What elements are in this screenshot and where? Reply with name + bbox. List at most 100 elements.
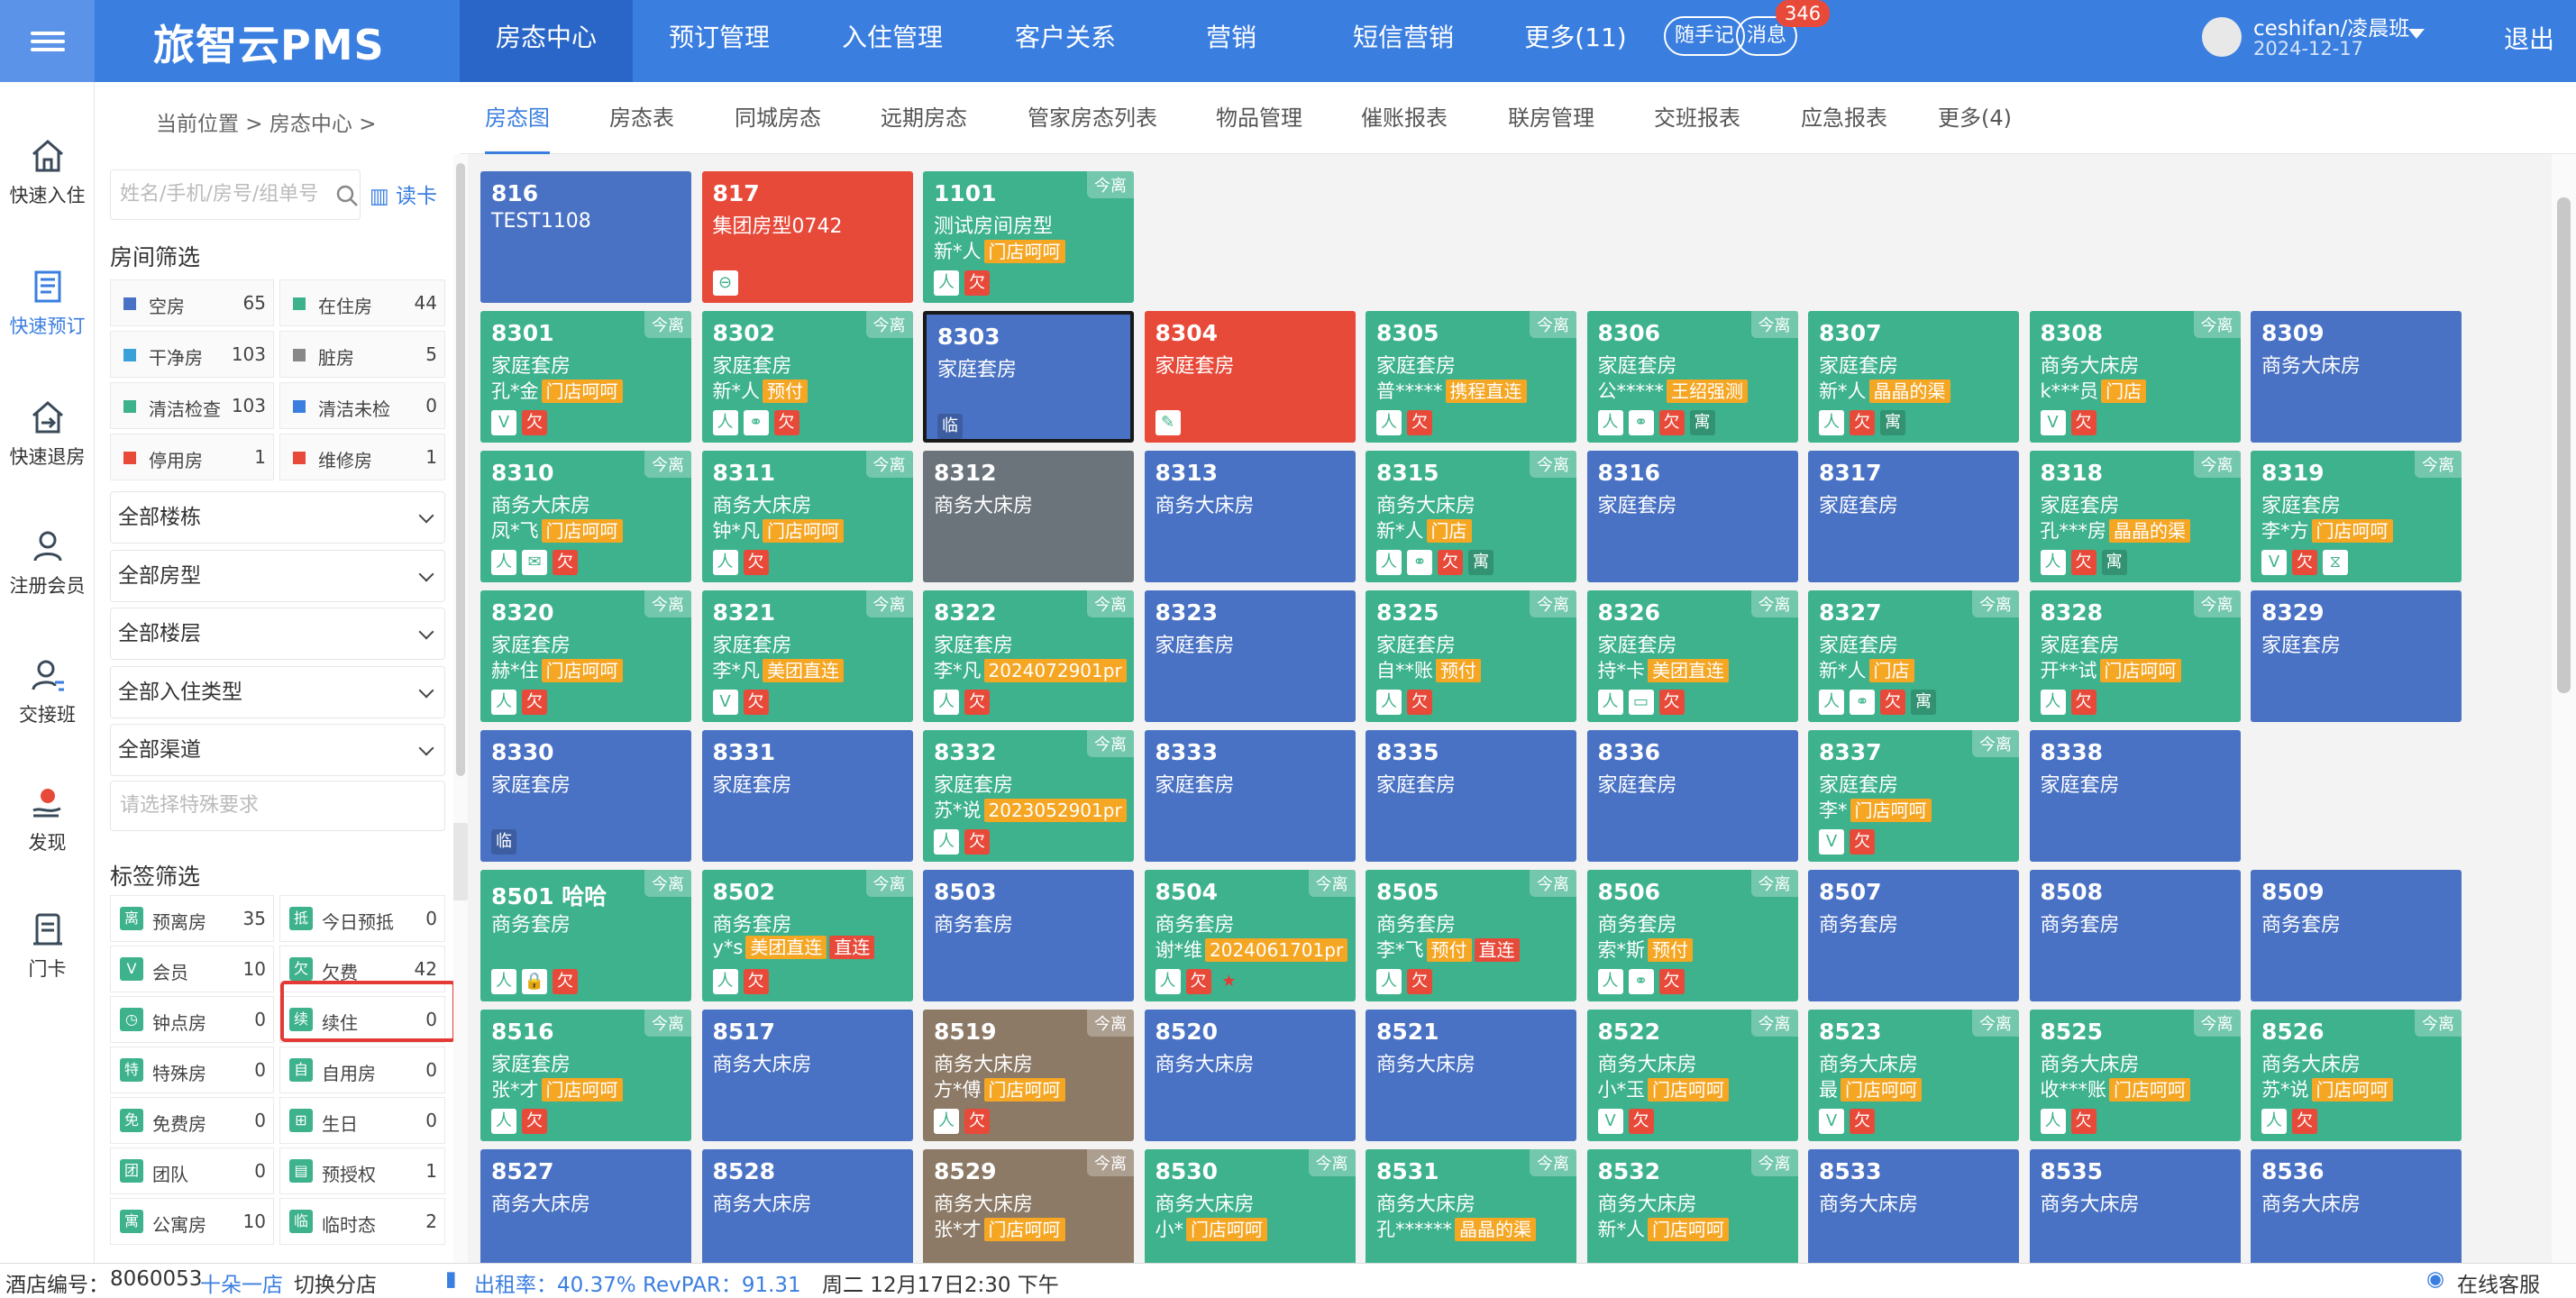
- nav-booking[interactable]: 预订管理: [633, 0, 806, 82]
- room-card[interactable]: 8529 商务大床房 今离 张*才 门店呵呵: [923, 1149, 1134, 1263]
- tab-emergency-report[interactable]: 应急报表: [1801, 82, 1887, 154]
- quick-checkout-button[interactable]: 快速退房: [0, 398, 95, 470]
- room-card[interactable]: 8327 家庭套房 今离 新*人 门店人 ⚭ 欠寓: [1808, 590, 2019, 722]
- channel-dropdown[interactable]: 全部渠道: [110, 724, 445, 776]
- tab-linked-rooms[interactable]: 联房管理: [1508, 82, 1594, 154]
- room-card[interactable]: 817 集团房型0742 ⊖: [701, 171, 913, 303]
- room-card[interactable]: 8519 商务大床房 今离 方*傅 门店呵呵人欠: [923, 1010, 1134, 1141]
- room-card[interactable]: 8322 家庭套房 今离 李*凡 2024072901pr 人欠: [923, 590, 1134, 722]
- room-card[interactable]: 8320 家庭套房 今离 赫*住 门店呵呵人欠: [480, 590, 691, 722]
- nav-checkin[interactable]: 入住管理: [806, 0, 979, 82]
- room-card[interactable]: 8507 商务套房: [1808, 870, 2019, 1001]
- checkin-type-dropdown[interactable]: 全部入住类型: [110, 666, 445, 718]
- room-card[interactable]: 816 TEST1108: [480, 171, 691, 303]
- nav-sms[interactable]: 短信营销: [1311, 0, 1496, 82]
- status-filter-4[interactable]: 清洁检查 103: [110, 382, 274, 429]
- room-card[interactable]: 8521 商务大床房: [1366, 1010, 1576, 1141]
- room-card[interactable]: 8535 商务大床房: [2029, 1149, 2241, 1263]
- special-request-select[interactable]: 请选择特殊要求: [110, 781, 445, 831]
- tag-filter-7[interactable]: 自自用房 0: [279, 1047, 445, 1093]
- tab-items[interactable]: 物品管理: [1216, 82, 1302, 154]
- room-card[interactable]: 8506 商务套房 今离 索*斯 预付人 ⚭ 欠: [1586, 870, 1798, 1001]
- room-card[interactable]: 8338 家庭套房: [2029, 730, 2241, 862]
- room-card[interactable]: 8520 商务大床房: [1144, 1010, 1356, 1141]
- tag-filter-4[interactable]: ◷ 钟点房 0: [110, 996, 274, 1043]
- room-card[interactable]: 8307 家庭套房 新*人 晶晶的渠人欠寓: [1808, 311, 2019, 443]
- room-card[interactable]: 8305 家庭套房 今离 普***** 携程直连人欠: [1366, 311, 1576, 443]
- nav-more[interactable]: 更多(11): [1496, 0, 1655, 82]
- search-input[interactable]: 姓名/手机/房号/组单号: [110, 169, 361, 220]
- tag-filter-12[interactable]: 寓公寓房 10: [110, 1198, 274, 1245]
- register-member-button[interactable]: 注册会员: [0, 526, 95, 599]
- status-filter-6[interactable]: 停用房 1: [110, 434, 274, 480]
- room-card[interactable]: 8330 家庭套房临: [480, 730, 691, 862]
- tab-more[interactable]: 更多(4): [1938, 82, 2012, 154]
- room-card[interactable]: 8323 家庭套房: [1144, 590, 1356, 722]
- tab-room-table[interactable]: 房态表: [609, 82, 674, 154]
- room-card[interactable]: 8528 商务大床房: [701, 1149, 913, 1263]
- menu-toggle-icon[interactable]: [0, 0, 95, 82]
- status-filter-1[interactable]: 在住房 44: [279, 279, 445, 326]
- scrollbar[interactable]: [2552, 154, 2576, 1263]
- room-card[interactable]: 8326 家庭套房 今离 持*卡 美团直连人 ▭ 欠: [1586, 590, 1798, 722]
- user-name[interactable]: ceshifan/凌晨班: [2253, 11, 2409, 41]
- building-dropdown[interactable]: 全部楼栋: [110, 491, 445, 544]
- room-card[interactable]: 8319 家庭套房 今离 李*方 门店呵呵 V 欠 ⧖: [2251, 451, 2462, 582]
- room-card[interactable]: 1101 测试房间房型 今离 新*人 门店呵呵人欠: [923, 171, 1134, 303]
- room-card[interactable]: 8502 商务套房 今离 y*s 美团直连 直连人欠: [701, 870, 913, 1001]
- room-card[interactable]: 8532 商务大床房 今离 新*人 门店呵呵: [1586, 1149, 1798, 1263]
- room-card[interactable]: 8313 商务大床房: [1144, 451, 1356, 582]
- quick-booking-button[interactable]: 快速预订: [0, 267, 95, 339]
- room-card[interactable]: 8309 商务大床房: [2251, 311, 2462, 443]
- tag-filter-6[interactable]: 特特殊房 0: [110, 1047, 274, 1093]
- room-card[interactable]: 8308 商务大床房 今离 k***员 门店 V 欠: [2029, 311, 2241, 443]
- room-card[interactable]: 8523 商务大床房 今离最门店呵呵 V 欠: [1808, 1010, 2019, 1141]
- nav-room-center[interactable]: 房态中心: [460, 0, 633, 82]
- room-card[interactable]: 8318 家庭套房 今离 孔***房 晶晶的渠人欠寓: [2029, 451, 2241, 582]
- tab-housekeeping-list[interactable]: 管家房态列表: [1028, 82, 1157, 154]
- room-card[interactable]: 8504 商务套房 今离 谢*维 2024061701pr 人欠 ★: [1144, 870, 1356, 1001]
- tab-shift-report[interactable]: 交班报表: [1654, 82, 1740, 154]
- panel-splitter[interactable]: [453, 154, 471, 1263]
- room-card[interactable]: 8533 商务大床房: [1808, 1149, 2019, 1263]
- room-card[interactable]: 8306 家庭套房 今离 公***** 王绍强测人 ⚭ 欠寓: [1586, 311, 1798, 443]
- tag-filter-8[interactable]: 免免费房 0: [110, 1097, 274, 1144]
- room-card[interactable]: 8516 家庭套房 今离 张*才 门店呵呵人欠: [480, 1010, 691, 1141]
- room-card[interactable]: 8522 商务大床房 今离 小*玉 门店呵呵 V 欠: [1586, 1010, 1798, 1141]
- nav-marketing[interactable]: 营销: [1152, 0, 1311, 82]
- status-filter-0[interactable]: 空房 65: [110, 279, 274, 326]
- read-card-button[interactable]: ▥ 读卡: [370, 178, 437, 209]
- tag-filter-0[interactable]: 离预离房 35: [110, 895, 274, 942]
- room-card[interactable]: 8302 家庭套房 今离 新*人 预付人 ⚭ 欠: [701, 311, 913, 443]
- room-card[interactable]: 8337 家庭套房 今离 李* 门店呵呵 V 欠: [1808, 730, 2019, 862]
- room-card[interactable]: 8312 商务大床房: [923, 451, 1134, 582]
- room-card[interactable]: 8311 商务大床房 今离 钟*凡 门店呵呵人欠: [701, 451, 913, 582]
- status-filter-5[interactable]: 清洁未检 0: [279, 382, 445, 429]
- room-card[interactable]: 8509 商务套房: [2251, 870, 2462, 1001]
- room-card[interactable]: 8517 商务大床房: [701, 1010, 913, 1141]
- room-card[interactable]: 8501 哈哈 商务套房 今离人 🔒 欠: [480, 870, 691, 1001]
- discover-button[interactable]: 发现: [0, 783, 95, 855]
- tag-filter-11[interactable]: ▤ 预授权 1: [279, 1147, 445, 1194]
- tag-filter-1[interactable]: 抵今日预抵 0: [279, 895, 445, 942]
- room-card[interactable]: 8329 家庭套房: [2251, 590, 2462, 722]
- room-card[interactable]: 8304 家庭套房 ✎: [1144, 311, 1356, 443]
- tag-filter-10[interactable]: 团团队 0: [110, 1147, 274, 1194]
- room-card[interactable]: 8527 商务大床房: [480, 1149, 691, 1263]
- support-icon[interactable]: ◉: [2426, 1267, 2444, 1291]
- room-card[interactable]: 8508 商务套房: [2029, 870, 2241, 1001]
- room-card[interactable]: 8336 家庭套房: [1586, 730, 1798, 862]
- tab-room-map[interactable]: 房态图: [485, 82, 550, 154]
- room-card[interactable]: 8303 家庭套房临: [923, 311, 1134, 443]
- avatar[interactable]: [2202, 17, 2242, 57]
- nav-customer[interactable]: 客户关系: [979, 0, 1152, 82]
- logout-button[interactable]: 退出: [2504, 20, 2554, 56]
- room-card[interactable]: 8331 家庭套房: [701, 730, 913, 862]
- room-card[interactable]: 8321 家庭套房 今离 李*凡 美团直连 V 欠: [701, 590, 913, 722]
- notes-button[interactable]: 随手记: [1664, 16, 1746, 56]
- status-filter-3[interactable]: 脏房 5: [279, 331, 445, 378]
- room-card[interactable]: 8505 商务套房 今离 李*飞 预付 直连人欠: [1366, 870, 1576, 1001]
- door-card-button[interactable]: 门卡: [0, 910, 95, 982]
- room-card[interactable]: 8530 商务大床房 今离 小* 门店呵呵: [1144, 1149, 1356, 1263]
- room-card[interactable]: 8328 家庭套房 今离 开**试 门店呵呵人欠: [2029, 590, 2241, 722]
